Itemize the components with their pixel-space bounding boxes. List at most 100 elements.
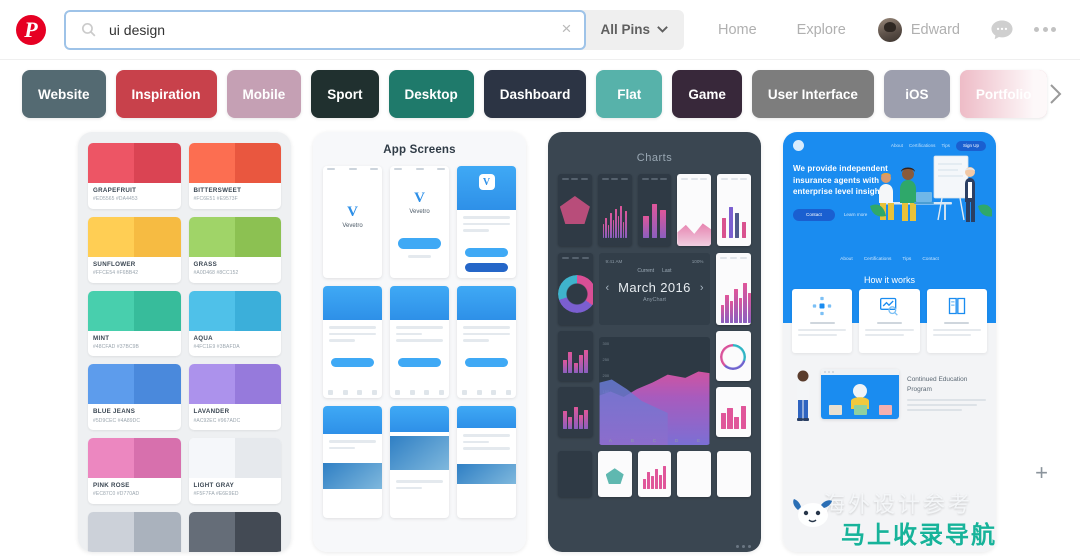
calendar-tab-last[interactable]: Last: [662, 268, 671, 274]
site-nav-item[interactable]: Certifications: [909, 143, 936, 148]
phone-mockup: [323, 286, 382, 398]
swatch-colors: [88, 512, 181, 552]
chip-label: Game: [688, 86, 726, 102]
chip-mobile[interactable]: Mobile: [226, 70, 302, 118]
charts-pin[interactable]: Charts 9:41 AM 100% Current Last ‹ March…: [548, 132, 761, 552]
area-chart: 300250 200150 10050 AB CD E: [599, 337, 710, 445]
watermark-line-2: 马上收录导航: [841, 522, 996, 549]
chip-ios[interactable]: iOS: [883, 70, 950, 118]
chip-sport[interactable]: Sport: [311, 70, 379, 118]
phone-mockup: V: [457, 166, 516, 278]
swatch-colors: [88, 143, 181, 183]
illustration-person-standing: [797, 370, 809, 421]
status-battery: 100%: [691, 259, 704, 264]
app-screens-inner: App Screens V Vevetro V Vevetro V: [313, 132, 526, 552]
chip-flat[interactable]: Flat: [596, 70, 663, 118]
swatch-name: GRAPEFRUIT: [93, 187, 137, 194]
pinterest-logo-icon[interactable]: P: [16, 14, 46, 45]
network-icon: [798, 296, 846, 316]
app-screens-pin[interactable]: App Screens V Vevetro V Vevetro V: [313, 132, 526, 552]
chip-website[interactable]: Website: [22, 70, 106, 118]
site-hero: About Certifications Tips Sign Up We pro…: [783, 132, 996, 247]
swatch-name: MINT: [93, 334, 110, 342]
color-swatch: BITTERSWEET #FC6E51 #E9573F: [188, 143, 281, 209]
chip-label: Website: [38, 86, 90, 102]
education-title: Continued Education Program: [907, 375, 968, 393]
swatch-colors: [188, 143, 281, 183]
swatch-colors: [88, 290, 181, 331]
site-signup-button[interactable]: Sign Up: [955, 140, 986, 151]
chart-thumb: [677, 174, 712, 246]
chevron-right-icon[interactable]: [1044, 83, 1066, 105]
calendar-tab-current[interactable]: Current: [637, 268, 654, 274]
chart-thumb: [637, 451, 672, 497]
chip-user-interface[interactable]: User Interface: [751, 70, 874, 118]
user-menu[interactable]: Edward: [866, 17, 978, 42]
subnav-item[interactable]: Certifications: [864, 257, 892, 262]
app-screens-title: App Screens: [383, 144, 456, 156]
app-logo-glyph: V: [414, 189, 425, 206]
color-palette-pin[interactable]: GRAPEFRUIT #ED5565 #DA4453 BITTERSWEET #FC6…: [78, 132, 291, 552]
site-logo-icon: [793, 140, 804, 151]
swatch-name: LAVANDER: [193, 408, 230, 416]
more-horizontal-icon[interactable]: [1028, 27, 1066, 32]
chart-thumb: [597, 451, 632, 497]
nav-explore[interactable]: Explore: [777, 22, 866, 38]
chevron-left-icon[interactable]: ‹: [605, 282, 609, 294]
chip-label: Sport: [327, 86, 363, 102]
chip-label: Desktop: [404, 86, 458, 102]
more-horizontal-icon[interactable]: [736, 545, 751, 548]
subnav-item[interactable]: Tips: [902, 257, 911, 262]
chip-desktop[interactable]: Desktop: [388, 70, 474, 118]
video-browser-mockup: [821, 368, 899, 419]
phone-row-2: [323, 286, 516, 398]
phone-mockup: [323, 406, 382, 518]
subnav-item[interactable]: Contact: [922, 257, 939, 262]
phone-row-1: V Vevetro V Vevetro V: [323, 166, 516, 278]
subnav-item[interactable]: About: [840, 257, 853, 262]
search-input[interactable]: [109, 21, 559, 38]
hero-primary-button[interactable]: Contact: [793, 208, 835, 221]
nav-home[interactable]: Home: [698, 22, 777, 38]
site-nav-item[interactable]: Tips: [941, 143, 950, 148]
swatch-hex: #4FC1E9 #3BAFDA: [193, 343, 240, 350]
chip-label: Flat: [617, 86, 642, 102]
chart-thumb: [637, 174, 672, 246]
feature-card: [792, 288, 853, 353]
site-nav-item[interactable]: About: [891, 143, 903, 148]
all-pins-dropdown[interactable]: All Pins: [586, 10, 684, 50]
swatch-hex: #AC92EC #967ADC: [193, 417, 241, 424]
top-header: P × All Pins Home Explore Edward: [0, 0, 1080, 60]
chart-thumb: [558, 451, 592, 497]
chip-portfolio[interactable]: Portfolio: [959, 70, 1048, 118]
chip-dashboard[interactable]: Dashboard: [483, 70, 587, 118]
chart-thumb: [558, 387, 594, 437]
chevron-right-icon[interactable]: ›: [700, 282, 704, 294]
chip-game[interactable]: Game: [672, 70, 742, 118]
message-bubble-icon[interactable]: [990, 19, 1014, 41]
color-swatch: PINK ROSE #EC87C0 #D770AD: [88, 438, 181, 505]
color-swatch: LAVANDER #AC92EC #967ADC: [188, 364, 281, 431]
swatch-colors: [88, 216, 181, 257]
search-box[interactable]: ×: [64, 9, 587, 50]
calendar-panel: 9:41 AM 100% Current Last ‹ March 2016 ›…: [599, 253, 710, 325]
education-section: Continued Education Program: [783, 353, 996, 421]
chart-thumb: [558, 331, 594, 381]
chevron-down-icon: [657, 26, 668, 33]
insurance-website-pin[interactable]: About Certifications Tips Sign Up We pro…: [783, 132, 996, 552]
chart-thumb: [558, 174, 592, 246]
app-logo-glyph: V: [347, 203, 358, 220]
plus-icon[interactable]: +: [1035, 462, 1048, 484]
chip-inspiration[interactable]: Inspiration: [115, 70, 217, 118]
color-swatch: LIGHT GRAY #F5F7FA #E6E9ED: [188, 438, 281, 505]
watermark-overlay: 海外设计参考 马上收录导航: [789, 487, 996, 550]
chart-thumb: [715, 253, 751, 325]
swatch-hex: #ED5565 #DA4453: [93, 196, 138, 203]
close-icon[interactable]: ×: [558, 20, 574, 38]
swatch-hex: #EC87C0 #D770AD: [93, 491, 140, 498]
user-name: Edward: [910, 21, 960, 38]
swatch-name: GRASS: [193, 260, 218, 268]
status-time: 9:41 AM: [605, 259, 623, 264]
feature-cards: [783, 288, 996, 353]
chip-label: Mobile: [242, 86, 286, 102]
